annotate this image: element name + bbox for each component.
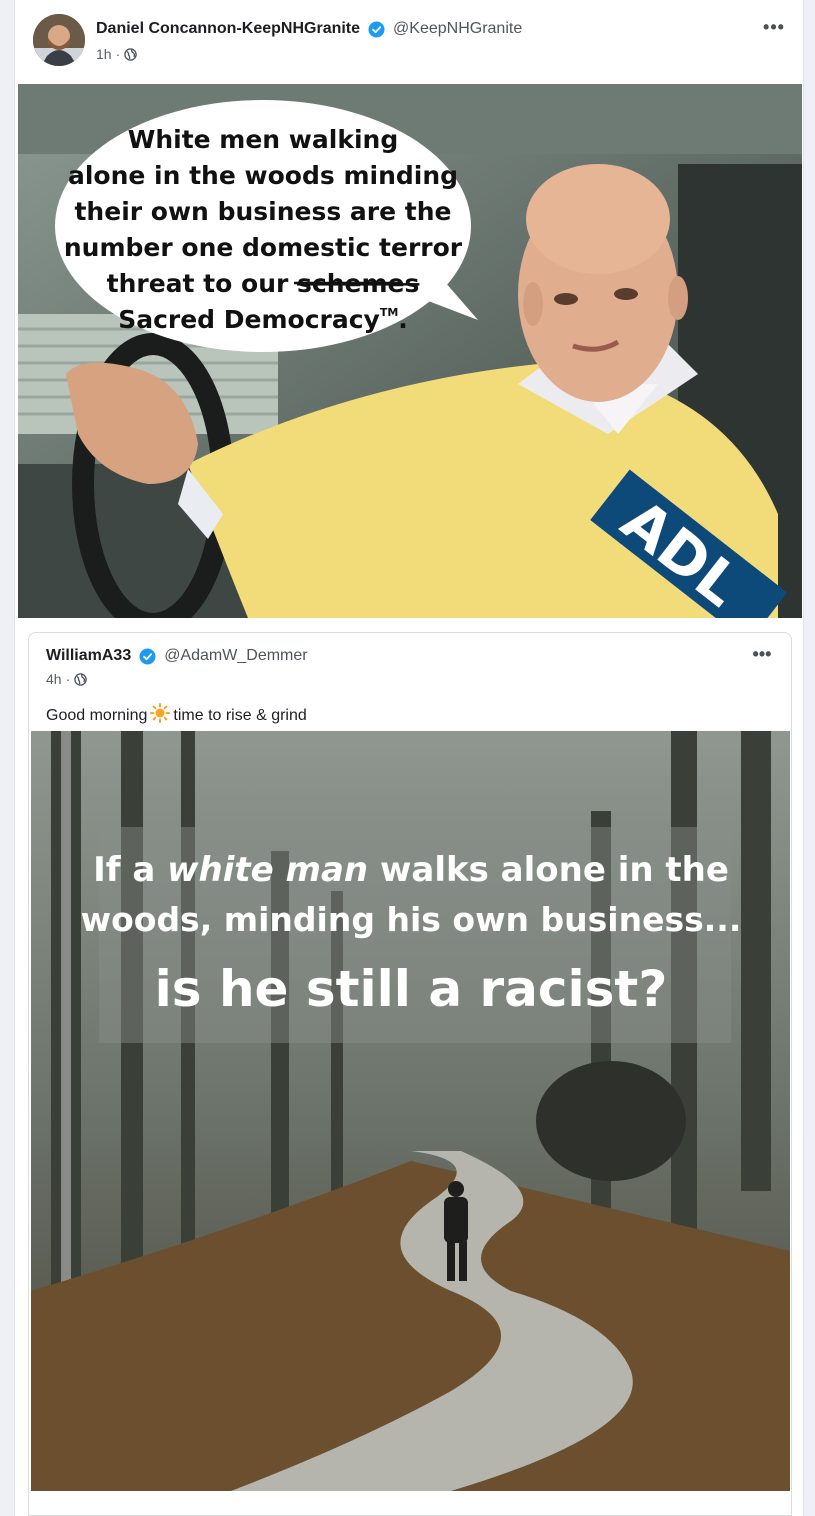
author-avatar[interactable] <box>33 14 85 66</box>
more-options-icon[interactable]: ••• <box>761 18 787 40</box>
quoted-image-line-1-b: walks alone in the <box>368 850 729 890</box>
quoted-image-line-1: If a white man walks alone in the <box>93 850 729 890</box>
quoted-image-line-2: woods, minding his own business... <box>81 900 742 939</box>
quoted-author-row: WilliamA33 @AdamW_Demmer <box>46 647 308 665</box>
sun-emoji-icon <box>150 703 171 728</box>
quoted-image-line-1-a: If a <box>93 850 167 890</box>
quoted-text-after: time to rise & grind <box>173 706 307 724</box>
globe-icon <box>74 672 87 686</box>
speech-line-6: Sacred DemocracyTM. <box>118 305 408 334</box>
quoted-time[interactable]: 4h <box>46 671 62 687</box>
post-time[interactable]: 1h <box>96 46 112 62</box>
quoted-more-options-icon[interactable]: ••• <box>749 645 775 667</box>
speech-line-3: their own business are the <box>74 197 451 226</box>
post-image[interactable]: ADL White men walking alone in the woods… <box>18 84 802 618</box>
quoted-author-handle[interactable]: @AdamW_Demmer <box>164 647 307 665</box>
post-card: Daniel Concannon-KeepNHGranite @KeepNHGr… <box>14 0 804 1516</box>
speech-line-6-end: . <box>398 305 408 334</box>
quoted-image-line-1-italic: white man <box>167 850 368 890</box>
author-name[interactable]: Daniel Concannon-KeepNHGranite <box>96 20 360 38</box>
speech-line-6-text: Sacred Democracy <box>118 305 380 334</box>
verified-badge-icon <box>368 21 385 38</box>
speech-line-4: number one domestic terror <box>64 233 463 262</box>
author-handle[interactable]: @KeepNHGranite <box>393 20 522 38</box>
quoted-meta: 4h · <box>46 671 87 687</box>
quoted-image[interactable]: If a white man walks alone in the woods,… <box>31 731 790 1491</box>
post-meta: 1h · <box>96 46 137 62</box>
author-row: Daniel Concannon-KeepNHGranite @KeepNHGr… <box>96 20 522 38</box>
quoted-text-before: Good morning <box>46 706 148 724</box>
post-header: Daniel Concannon-KeepNHGranite @KeepNHGr… <box>15 0 805 82</box>
speech-line-1: White men walking <box>128 125 398 154</box>
globe-icon <box>124 47 137 61</box>
quoted-text: Good morning time to rise & grind <box>46 703 307 728</box>
verified-badge-icon <box>139 648 156 665</box>
speech-line-2: alone in the woods minding <box>68 161 458 190</box>
speech-tm: TM <box>380 306 398 319</box>
quoted-image-line-3: is he still a racist? <box>155 960 668 1018</box>
meta-separator: · <box>65 671 71 687</box>
quoted-post[interactable]: WilliamA33 @AdamW_Demmer 4h · ••• Good m… <box>28 632 792 1516</box>
speech-line-5-prefix: threat to our <box>107 269 297 298</box>
quoted-author-name[interactable]: WilliamA33 <box>46 647 131 665</box>
meta-separator: · <box>115 46 121 62</box>
